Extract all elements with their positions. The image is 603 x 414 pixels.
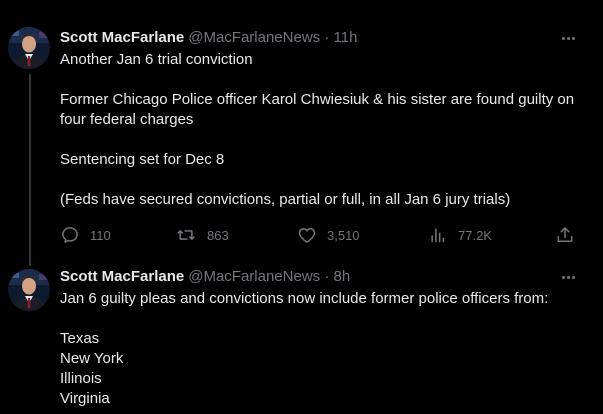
author-name[interactable]: Scott MacFarlane [60, 29, 184, 46]
avatar[interactable] [8, 269, 50, 311]
views-button[interactable]: 77.2K [428, 224, 492, 246]
state-list-item: Virginia [60, 390, 110, 407]
author-handle[interactable]: @MacFarlaneNews [188, 29, 320, 46]
tweet-timestamp[interactable]: 8h [334, 268, 351, 285]
reply-count: 110 [90, 227, 111, 243]
tweet-text: Another Jan 6 trial conviction Former Ch… [60, 50, 590, 210]
more-options-icon[interactable] [557, 29, 579, 47]
tweet[interactable]: Scott MacFarlane @MacFarlaneNews · 8h Jan… [0, 258, 603, 414]
views-chart-icon [431, 228, 445, 243]
tweet[interactable]: Scott MacFarlane @MacFarlaneNews · 11h An… [0, 0, 603, 258]
author-handle[interactable]: @MacFarlaneNews [188, 268, 320, 285]
tweet-paragraph: Jan 6 guilty pleas and convictions now i… [60, 290, 549, 307]
retweet-count: 863 [207, 227, 229, 243]
tweet-header: Scott MacFarlane @MacFarlaneNews · 11h [60, 28, 357, 48]
tweet-actions: 110 863 3,510 77.2K [60, 224, 580, 246]
tweet-timestamp[interactable]: 11h [334, 29, 358, 46]
heart-icon [298, 228, 316, 243]
avatar[interactable] [8, 27, 50, 69]
like-count: 3,510 [327, 227, 360, 243]
retweet-button[interactable]: 863 [175, 224, 229, 246]
state-list-item: New York [60, 350, 124, 367]
tweet-paragraph: (Feds have secured convictions, partial … [60, 191, 511, 208]
author-name[interactable]: Scott MacFarlane [60, 268, 184, 285]
tweet-header: Scott MacFarlane @MacFarlaneNews · 8h [60, 267, 350, 287]
tweet-paragraph: Sentencing set for Dec 8 [60, 151, 225, 168]
views-count: 77.2K [458, 227, 492, 243]
tweet-text: Jan 6 guilty pleas and convictions now i… [60, 289, 590, 409]
retweet-icon [177, 230, 195, 240]
separator-dot: · [324, 268, 330, 285]
state-list-item: Illinois [60, 370, 102, 387]
state-list-item: Texas [60, 330, 100, 347]
reply-icon [62, 227, 78, 243]
more-options-icon[interactable] [557, 268, 579, 286]
tweet-paragraph: Another Jan 6 trial conviction [60, 51, 253, 68]
separator-dot: · [324, 29, 330, 46]
reply-button[interactable]: 110 [60, 224, 111, 246]
share-button[interactable] [555, 224, 575, 246]
tweet-paragraph: Former Chicago Police officer Karol Chwi… [60, 91, 575, 128]
share-icon [557, 227, 573, 242]
like-button[interactable]: 3,510 [297, 224, 360, 246]
